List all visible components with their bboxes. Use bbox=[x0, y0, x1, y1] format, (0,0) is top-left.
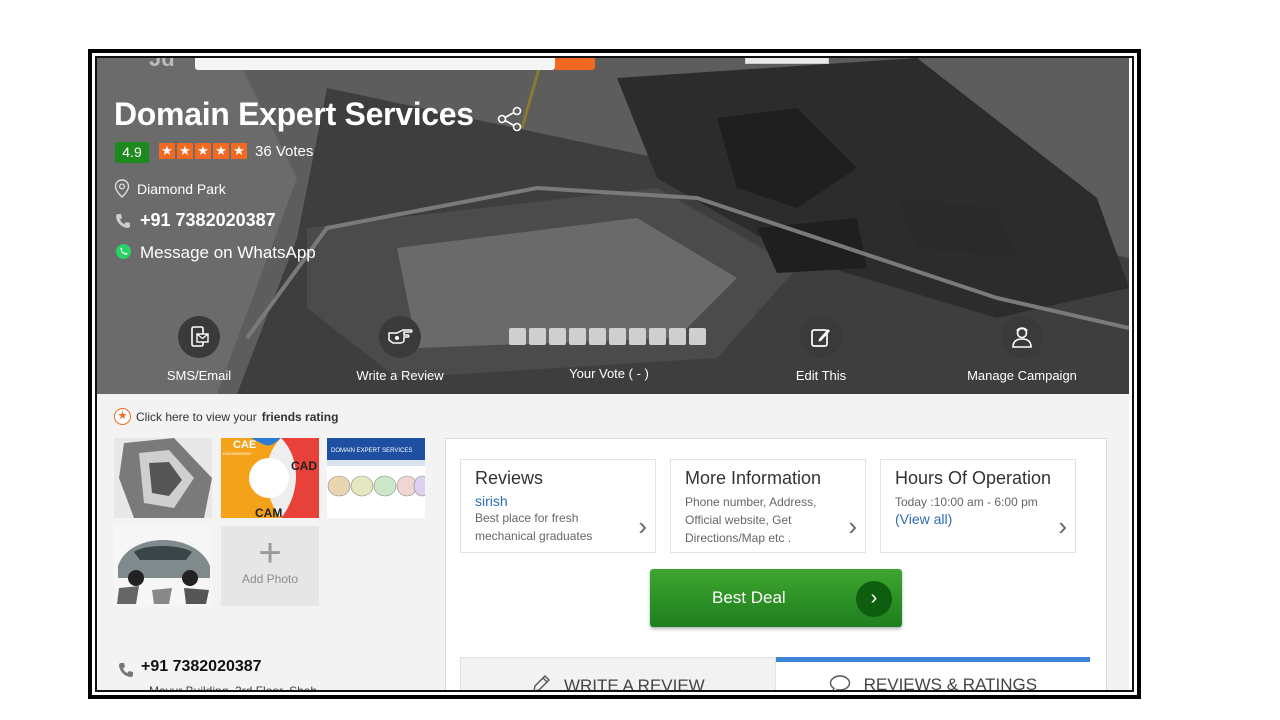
vote-box[interactable] bbox=[589, 328, 606, 345]
star-icon: ★ bbox=[159, 143, 175, 159]
friends-bold: friends rating bbox=[261, 409, 339, 424]
action-label: Write a Review bbox=[356, 368, 444, 383]
write-review-button[interactable]: Write a Review bbox=[320, 316, 480, 383]
star-badge-icon: ★ bbox=[114, 408, 131, 425]
vote-box[interactable] bbox=[549, 328, 566, 345]
reviewer-name[interactable]: sirish bbox=[475, 493, 641, 509]
chevron-right-icon: › bbox=[1058, 511, 1067, 541]
add-photo-label: Add Photo bbox=[241, 572, 299, 586]
thumb-cae-text: CAE bbox=[233, 439, 256, 451]
photo-thumbnail[interactable] bbox=[114, 526, 212, 606]
whatsapp-message-link[interactable]: Message on WhatsApp bbox=[140, 243, 316, 263]
card-description: Phone number, Address, Official website,… bbox=[685, 495, 817, 545]
vote-box[interactable] bbox=[529, 328, 546, 345]
photo-thumbnail[interactable]: DOMAIN EXPERT SERVICES bbox=[327, 438, 425, 518]
best-deal-label: Best Deal bbox=[712, 588, 786, 607]
whatsapp-icon bbox=[115, 243, 132, 265]
friends-prefix: Click here to view your bbox=[136, 409, 257, 424]
chevron-right-icon: › bbox=[856, 581, 892, 617]
thumb-cad-text: CAD bbox=[291, 459, 317, 473]
location-text[interactable]: Diamond Park bbox=[137, 181, 226, 197]
photo-thumbnail[interactable]: CAE ENGINEERING CAD CAM bbox=[221, 438, 319, 518]
add-photo-button[interactable]: + Add Photo bbox=[221, 526, 319, 606]
card-title: More Information bbox=[685, 468, 822, 488]
vote-box[interactable] bbox=[689, 328, 706, 345]
reviews-card[interactable]: Reviews sirish Best place for fresh mech… bbox=[460, 459, 656, 553]
address-text: Mayur Building, 3rd Floor, Shah... bbox=[149, 684, 328, 692]
share-icon[interactable] bbox=[497, 106, 523, 137]
vote-box[interactable] bbox=[509, 328, 526, 345]
contact-phone[interactable]: +91 7382020387 bbox=[141, 658, 262, 676]
star-icon: ★ bbox=[231, 143, 247, 159]
star-rating: ★ ★ ★ ★ ★ bbox=[159, 143, 247, 159]
action-label: SMS/Email bbox=[166, 368, 232, 383]
plus-icon: + bbox=[258, 531, 282, 575]
screenshot-frame: Jd Domain Expert Services 4.9 ★ ★ ★ ★ ★ … bbox=[88, 49, 1141, 699]
votes-count[interactable]: 36 Votes bbox=[255, 142, 313, 162]
thumb-engineering-text: ENGINEERING bbox=[223, 451, 251, 456]
view-all-link[interactable]: (View all) bbox=[895, 511, 1061, 527]
edit-icon bbox=[800, 316, 842, 358]
best-deal-button[interactable]: Best Deal › bbox=[650, 569, 902, 627]
business-name: Domain Expert Services bbox=[114, 96, 474, 132]
chevron-right-icon: › bbox=[638, 511, 647, 541]
vote-box[interactable] bbox=[649, 328, 666, 345]
hero-banner: Jd Domain Expert Services 4.9 ★ ★ ★ ★ ★ … bbox=[97, 58, 1129, 394]
phone-number[interactable]: +91 7382020387 bbox=[140, 210, 276, 231]
info-panel: Reviews sirish Best place for fresh mech… bbox=[445, 438, 1107, 692]
pencil-icon bbox=[531, 675, 564, 690]
location-pin-icon bbox=[114, 179, 130, 204]
thumb-company-text: DOMAIN EXPERT SERVICES bbox=[331, 448, 412, 454]
top-dropdown[interactable] bbox=[745, 58, 829, 64]
your-vote-label: Your Vote ( - ) bbox=[569, 366, 649, 381]
edit-this-button[interactable]: Edit This bbox=[741, 316, 901, 383]
person-icon bbox=[1001, 316, 1043, 358]
tab-write-review[interactable]: WRITE A REVIEW bbox=[460, 657, 776, 692]
action-label: Edit This bbox=[795, 368, 847, 383]
vote-boxes[interactable] bbox=[509, 328, 706, 345]
thumb-cam-text: CAM bbox=[255, 506, 282, 518]
tab-reviews-ratings[interactable]: REVIEWS & RATINGS bbox=[776, 657, 1090, 692]
comment-icon bbox=[829, 675, 864, 690]
card-title: Reviews bbox=[475, 468, 544, 488]
action-label: Manage Campaign bbox=[967, 368, 1077, 383]
manage-campaign-button[interactable]: Manage Campaign bbox=[942, 316, 1102, 383]
phone-icon bbox=[118, 662, 134, 683]
star-icon: ★ bbox=[177, 143, 193, 159]
vote-box[interactable] bbox=[609, 328, 626, 345]
chevron-right-icon: › bbox=[848, 511, 857, 541]
top-logo-fragment: Jd bbox=[149, 58, 175, 71]
star-icon: ★ bbox=[195, 143, 211, 159]
friends-rating-link[interactable]: ★ Click here to view your friends rating bbox=[114, 408, 338, 425]
star-icon: ★ bbox=[213, 143, 229, 159]
hand-point-icon bbox=[379, 316, 421, 358]
hours-card[interactable]: Hours Of Operation Today :10:00 am - 6:0… bbox=[880, 459, 1076, 553]
more-information-card[interactable]: More Information Phone number, Address, … bbox=[670, 459, 866, 553]
card-title: Hours Of Operation bbox=[895, 468, 1052, 488]
tab-label: WRITE A REVIEW bbox=[563, 676, 705, 692]
page-viewport: Jd Domain Expert Services 4.9 ★ ★ ★ ★ ★ … bbox=[95, 56, 1134, 692]
photo-thumbnail[interactable] bbox=[114, 438, 212, 518]
vote-box[interactable] bbox=[669, 328, 686, 345]
tab-label: REVIEWS & RATINGS bbox=[863, 675, 1038, 692]
sms-email-icon bbox=[178, 316, 220, 358]
phone-icon bbox=[115, 213, 131, 234]
review-snippet: Best place for fresh mechanical graduate… bbox=[475, 511, 593, 543]
search-button[interactable] bbox=[555, 58, 595, 70]
sms-email-button[interactable]: SMS/Email bbox=[119, 316, 279, 383]
content-area: ★ Click here to view your friends rating… bbox=[97, 394, 1129, 692]
vote-box[interactable] bbox=[569, 328, 586, 345]
rating-badge: 4.9 bbox=[115, 142, 149, 163]
frame-border: Jd Domain Expert Services 4.9 ★ ★ ★ ★ ★ … bbox=[92, 53, 1137, 695]
hours-today: Today :10:00 am - 6:00 pm bbox=[895, 495, 1038, 509]
vote-box[interactable] bbox=[629, 328, 646, 345]
search-input[interactable] bbox=[195, 58, 555, 70]
